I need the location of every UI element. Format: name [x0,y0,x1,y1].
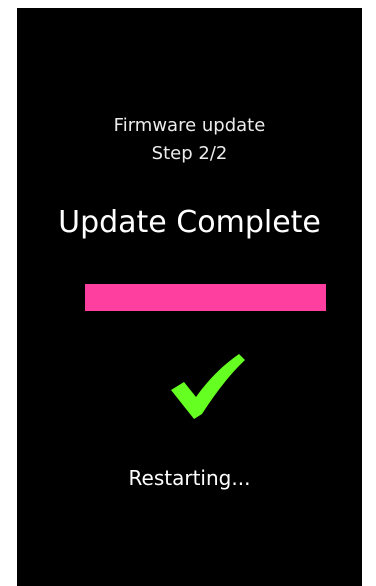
restart-status-text: Restarting... [128,466,251,490]
update-progress-bar [85,284,326,311]
step-indicator: Step 2/2 [151,143,228,164]
update-status-headline: Update Complete [58,205,321,240]
device-screen: Firmware update Step 2/2 Update Complete… [17,8,362,586]
update-progress-fill [85,284,326,311]
firmware-title: Firmware update [113,115,266,136]
checkmark-icon [167,352,247,422]
firmware-step-header: Firmware update Step 2/2 [17,112,362,168]
